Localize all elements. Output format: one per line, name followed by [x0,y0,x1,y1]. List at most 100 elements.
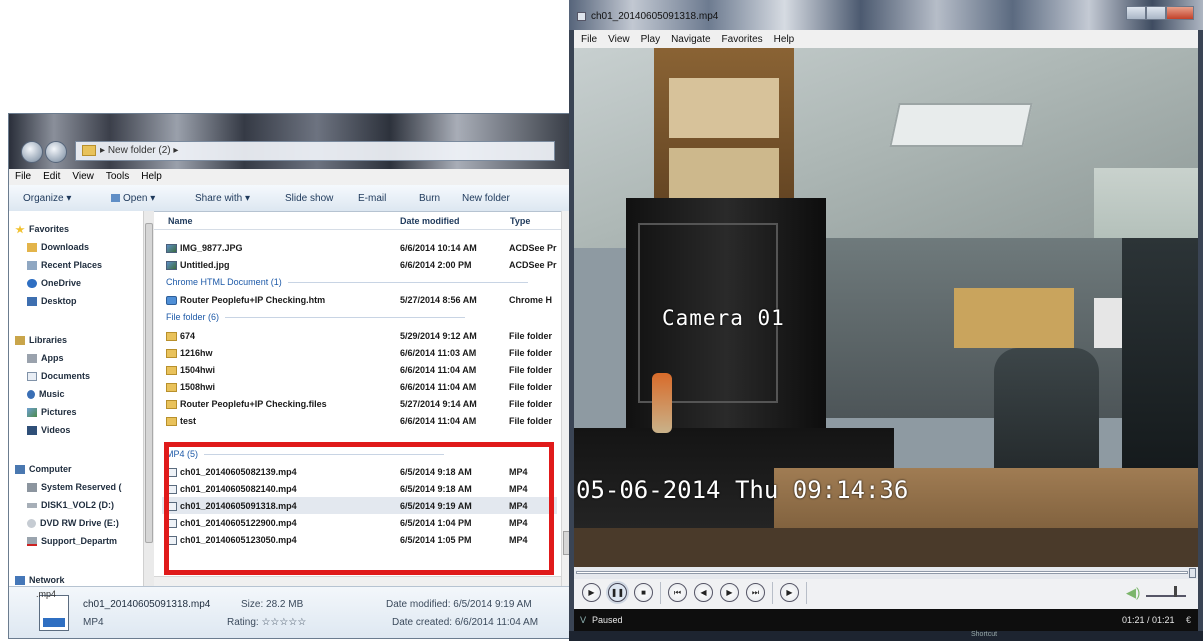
nav-onedrive[interactable]: OneDrive [27,276,81,290]
file-date: 5/27/2014 8:56 AM [400,295,477,305]
nav-apps[interactable]: Apps [27,351,64,365]
back-button[interactable] [21,141,43,163]
email-button[interactable]: E-mail [358,193,386,204]
nav-documents[interactable]: Documents [27,369,90,383]
file-type: Chrome H [509,295,553,305]
slide-show-button[interactable]: Slide show [285,193,333,204]
nav-label: Music [39,389,65,399]
skip-back-icon: ⏮ [673,587,682,597]
group-header-folder[interactable]: File folder (6) [166,312,465,322]
control-divider [660,582,661,604]
player-menu-file[interactable]: File [574,30,601,45]
apps-icon [27,354,37,364]
player-menu-favorites[interactable]: Favorites [715,30,767,45]
address-bar[interactable]: ▸ New folder (2) ▸ [75,141,555,161]
file-name-text: 674 [180,331,196,341]
rewind-icon: ◀ [700,588,707,597]
details-rating[interactable]: Rating: ☆☆☆☆☆ [227,617,306,628]
nav-disk1[interactable]: DISK1_VOL2 (D:) [27,498,114,512]
address-folder[interactable]: New folder (2) [108,145,171,156]
forward-button[interactable] [45,141,67,163]
share-with-button[interactable]: Share with ▾ [195,193,250,204]
nav-pictures[interactable]: Pictures [27,405,77,419]
column-name[interactable]: Name [168,216,193,226]
play-button[interactable]: ▶ [582,583,601,602]
column-date-modified[interactable]: Date modified [400,216,460,226]
player-menu-play[interactable]: Play [634,30,664,45]
folder-icon [166,383,177,393]
air-conditioner [889,103,1033,147]
next-button[interactable]: ⏭ [746,583,765,602]
fast-forward-button[interactable]: ▶ [720,583,739,602]
column-type[interactable]: Type [510,216,530,226]
menu-view[interactable]: View [66,169,100,182]
volume-knob[interactable] [1174,586,1177,597]
details-date-created: Date created: 6/6/2014 11:04 AM [392,617,539,628]
file-row[interactable]: 1508hwi 6/6/2014 11:04 AM File folder [162,378,557,395]
pause-button[interactable]: ❚❚ [608,583,627,602]
pictures-icon [27,408,37,418]
osd-timestamp: 05-06-2014 Thu 09:14:36 [576,476,909,504]
maximize-button[interactable] [1146,6,1166,20]
nav-scrollbar[interactable] [143,211,154,586]
nav-system-reserved[interactable]: System Reserved ( [27,480,122,494]
file-row[interactable]: test 6/6/2014 11:04 AM File folder [162,412,557,429]
player-menu-help[interactable]: Help [767,30,799,45]
osd-camera-label: Camera 01 [662,306,785,330]
menu-edit[interactable]: Edit [37,169,66,182]
speaker-icon[interactable]: ◀) [1126,585,1140,601]
nav-libraries[interactable]: Libraries [15,333,67,347]
file-type: File folder [509,399,553,409]
file-row[interactable]: Untitled.jpg 6/6/2014 2:00 PM ACDSee Pr [162,256,557,273]
nav-label: Downloads [41,242,90,252]
frame-step-button[interactable]: ▶ [780,583,799,602]
file-row[interactable]: 674 5/29/2014 9:12 AM File folder [162,327,557,344]
file-row[interactable]: IMG_9877.JPG 6/6/2014 10:14 AM ACDSee Pr [162,239,557,256]
open-button[interactable]: Open ▾ [111,193,155,204]
close-button[interactable] [1166,6,1194,20]
file-row[interactable]: 1216hw 6/6/2014 11:03 AM File folder [162,344,557,361]
breadcrumb-arrow: ▸ [170,145,179,156]
player-menu-view[interactable]: View [601,30,634,45]
folder-icon [82,144,96,156]
minimize-button[interactable] [1126,6,1146,20]
nav-downloads[interactable]: Downloads [27,240,89,254]
nav-network[interactable]: Network [15,573,65,586]
menu-tools[interactable]: Tools [100,169,135,182]
file-row[interactable]: Router Peoplefu+IP Checking.files 5/27/20… [162,395,557,412]
group-header-chrome[interactable]: Chrome HTML Document (1) [166,277,528,287]
burn-button[interactable]: Burn [419,193,440,204]
seek-bar[interactable] [574,567,1198,579]
volume-slider[interactable] [1146,586,1186,597]
nav-music[interactable]: Music [27,387,65,401]
file-row[interactable]: Router Peoplefu+IP Checking.htm 5/27/2014… [162,291,557,308]
file-list-horizontal-scrollbar[interactable] [154,576,561,586]
desk-edge [574,528,1198,567]
menu-file[interactable]: File [9,169,37,182]
stop-button[interactable]: ■ [634,583,653,602]
nav-scroll-thumb[interactable] [145,223,153,543]
rewind-button[interactable]: ◀ [694,583,713,602]
nav-dvd-drive[interactable]: DVD RW Drive (E:) [27,516,119,530]
nav-support-department[interactable]: Support_Departm [27,534,117,548]
nav-favorites[interactable]: Favorites [15,222,69,236]
seek-track[interactable] [576,571,1188,574]
menu-help[interactable]: Help [135,169,168,182]
organize-button[interactable]: Organize ▾ [23,193,71,204]
video-frame[interactable]: Camera 01 05-06-2014 Thu 09:14:36 [574,48,1198,567]
file-row[interactable]: 1504hwi 6/6/2014 11:04 AM File folder [162,361,557,378]
new-folder-button[interactable]: New folder [462,193,510,204]
player-menu-navigate[interactable]: Navigate [664,30,714,45]
file-name: test [166,416,196,427]
nav-videos[interactable]: Videos [27,423,70,437]
nav-recent-places[interactable]: Recent Places [27,258,102,272]
seek-knob[interactable] [1189,568,1196,578]
office-desk [954,288,1074,348]
image-file-icon [166,261,177,271]
nav-computer[interactable]: Computer [15,462,72,476]
previous-button[interactable]: ⏮ [668,583,687,602]
play-icon: ▶ [588,588,595,597]
nav-desktop[interactable]: Desktop [27,294,77,308]
player-titlebar: ch01_20140605091318.mp4 [569,0,1203,30]
skip-forward-icon: ⏭ [751,587,760,597]
